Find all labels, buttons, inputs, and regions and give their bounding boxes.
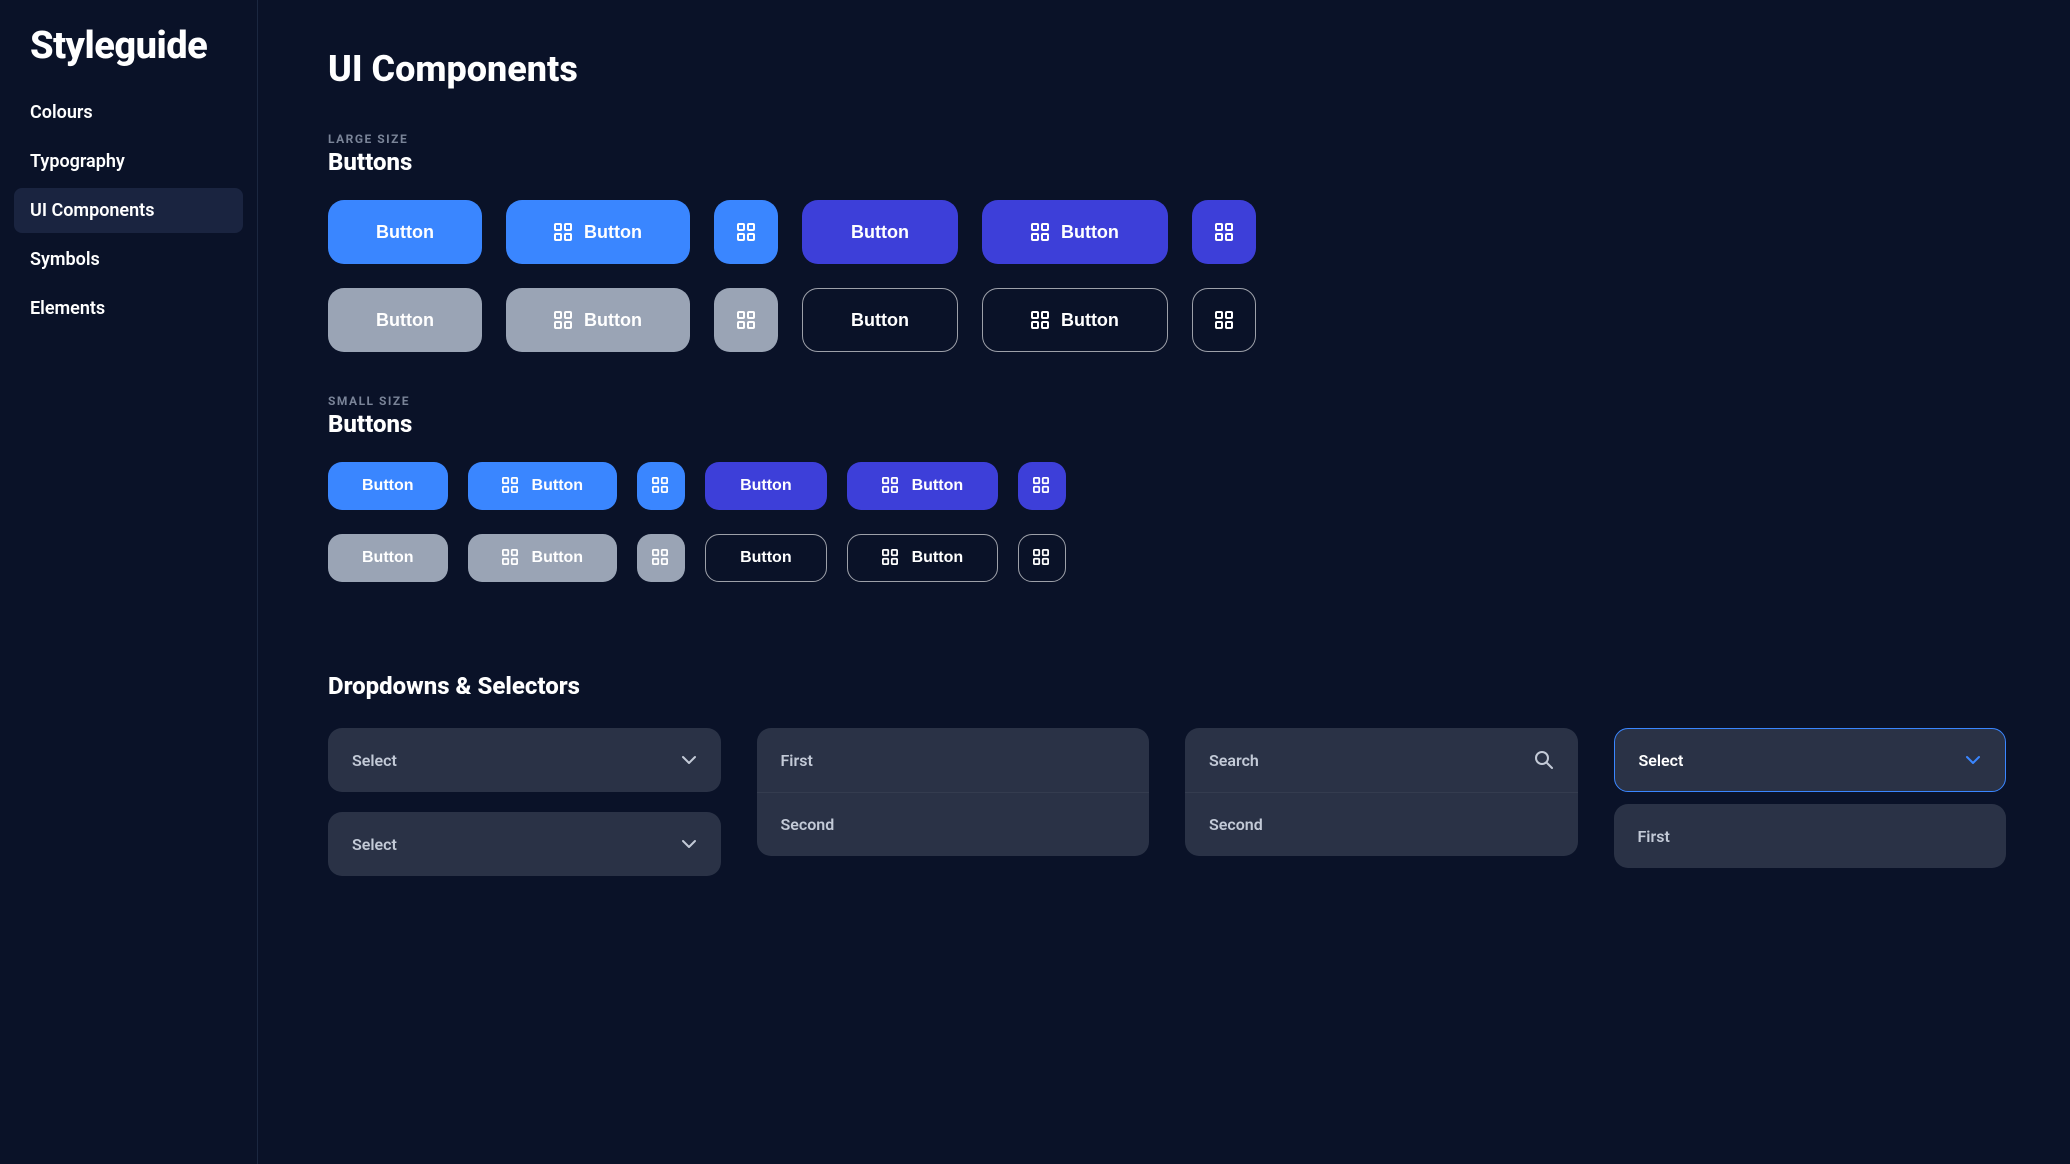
grid-icon: [1033, 549, 1051, 567]
button-small-indigo[interactable]: Button: [705, 462, 827, 510]
list-item[interactable]: First: [1614, 804, 2007, 868]
button-large-outline-icon[interactable]: [1192, 288, 1256, 352]
grid-icon: [737, 223, 755, 241]
small-buttons-overline: SMALL SIZE: [328, 394, 2006, 408]
button-small-gray-icon-label[interactable]: Button: [468, 534, 618, 582]
sidebar-item-ui-components[interactable]: UI Components: [14, 188, 243, 233]
select-label: Select: [1639, 751, 1684, 770]
sidebar-nav: Colours Typography UI Components Symbols…: [0, 90, 257, 331]
button-large-gray-icon-label[interactable]: Button: [506, 288, 690, 352]
chevron-down-icon: [681, 836, 697, 852]
main-content: UI Components LARGE SIZE Buttons Button …: [258, 0, 2070, 1164]
grid-icon: [882, 477, 900, 495]
button-small-indigo-icon-label[interactable]: Button: [847, 462, 999, 510]
button-large-blue-icon-label[interactable]: Button: [506, 200, 690, 264]
sidebar-item-typography[interactable]: Typography: [14, 139, 243, 184]
large-buttons-grid: Button Button Button Button Button Butto…: [328, 200, 2006, 352]
grid-icon: [1031, 311, 1049, 329]
button-small-outline-icon-label[interactable]: Button: [847, 534, 999, 582]
small-buttons-title: Buttons: [328, 410, 2006, 438]
button-large-blue[interactable]: Button: [328, 200, 482, 264]
grid-icon: [652, 549, 670, 567]
button-large-outline-icon-label[interactable]: Button: [982, 288, 1168, 352]
select-focused-col: Select First: [1614, 728, 2007, 868]
grid-icon: [652, 477, 670, 495]
button-large-outline[interactable]: Button: [802, 288, 958, 352]
chevron-down-icon: [681, 752, 697, 768]
button-large-blue-icon[interactable]: [714, 200, 778, 264]
grid-icon: [554, 223, 572, 241]
search-select: Search Second: [1185, 728, 1578, 856]
page-title: UI Components: [328, 48, 2006, 90]
dropdowns-grid: Select Select First Second Search Second: [328, 728, 2006, 876]
button-small-blue-icon-label[interactable]: Button: [468, 462, 618, 510]
search-icon: [1534, 750, 1554, 770]
button-large-indigo[interactable]: Button: [802, 200, 958, 264]
button-small-outline-icon[interactable]: [1018, 534, 1066, 582]
list-item[interactable]: Second: [1185, 792, 1578, 856]
select-focused[interactable]: Select: [1614, 728, 2007, 792]
button-small-gray-icon[interactable]: [637, 534, 685, 582]
button-small-indigo-icon[interactable]: [1018, 462, 1066, 510]
select-label: Select: [352, 835, 397, 854]
grid-icon: [554, 311, 572, 329]
grid-icon: [882, 549, 900, 567]
large-buttons-overline: LARGE SIZE: [328, 132, 2006, 146]
button-large-gray[interactable]: Button: [328, 288, 482, 352]
select-closed-col: Select Select: [328, 728, 721, 876]
grid-icon: [1215, 311, 1233, 329]
select-open-list: First Second: [757, 728, 1150, 856]
grid-icon: [1033, 477, 1051, 495]
sidebar-item-symbols[interactable]: Symbols: [14, 237, 243, 282]
grid-icon: [502, 477, 520, 495]
select-closed-2[interactable]: Select: [328, 812, 721, 876]
button-small-blue-icon[interactable]: [637, 462, 685, 510]
search-placeholder: Search: [1209, 751, 1259, 770]
list-item[interactable]: First: [757, 728, 1150, 792]
grid-icon: [737, 311, 755, 329]
select-closed[interactable]: Select: [328, 728, 721, 792]
sidebar-item-elements[interactable]: Elements: [14, 286, 243, 331]
grid-icon: [502, 549, 520, 567]
button-large-gray-icon[interactable]: [714, 288, 778, 352]
dropdowns-title: Dropdowns & Selectors: [328, 672, 2006, 700]
grid-icon: [1215, 223, 1233, 241]
select-label: Select: [352, 751, 397, 770]
small-buttons-grid: Button Button Button Button Button Butto…: [328, 462, 2006, 582]
search-input[interactable]: Search: [1185, 728, 1578, 792]
button-small-blue[interactable]: Button: [328, 462, 448, 510]
list-item[interactable]: Second: [757, 792, 1150, 856]
chevron-down-icon: [1965, 752, 1981, 768]
button-small-outline[interactable]: Button: [705, 534, 827, 582]
brand-title: Styleguide: [0, 10, 257, 90]
button-large-indigo-icon-label[interactable]: Button: [982, 200, 1168, 264]
button-large-indigo-icon[interactable]: [1192, 200, 1256, 264]
grid-icon: [1031, 223, 1049, 241]
large-buttons-title: Buttons: [328, 148, 2006, 176]
sidebar-item-colours[interactable]: Colours: [14, 90, 243, 135]
button-small-gray[interactable]: Button: [328, 534, 448, 582]
sidebar: Styleguide Colours Typography UI Compone…: [0, 0, 258, 1164]
